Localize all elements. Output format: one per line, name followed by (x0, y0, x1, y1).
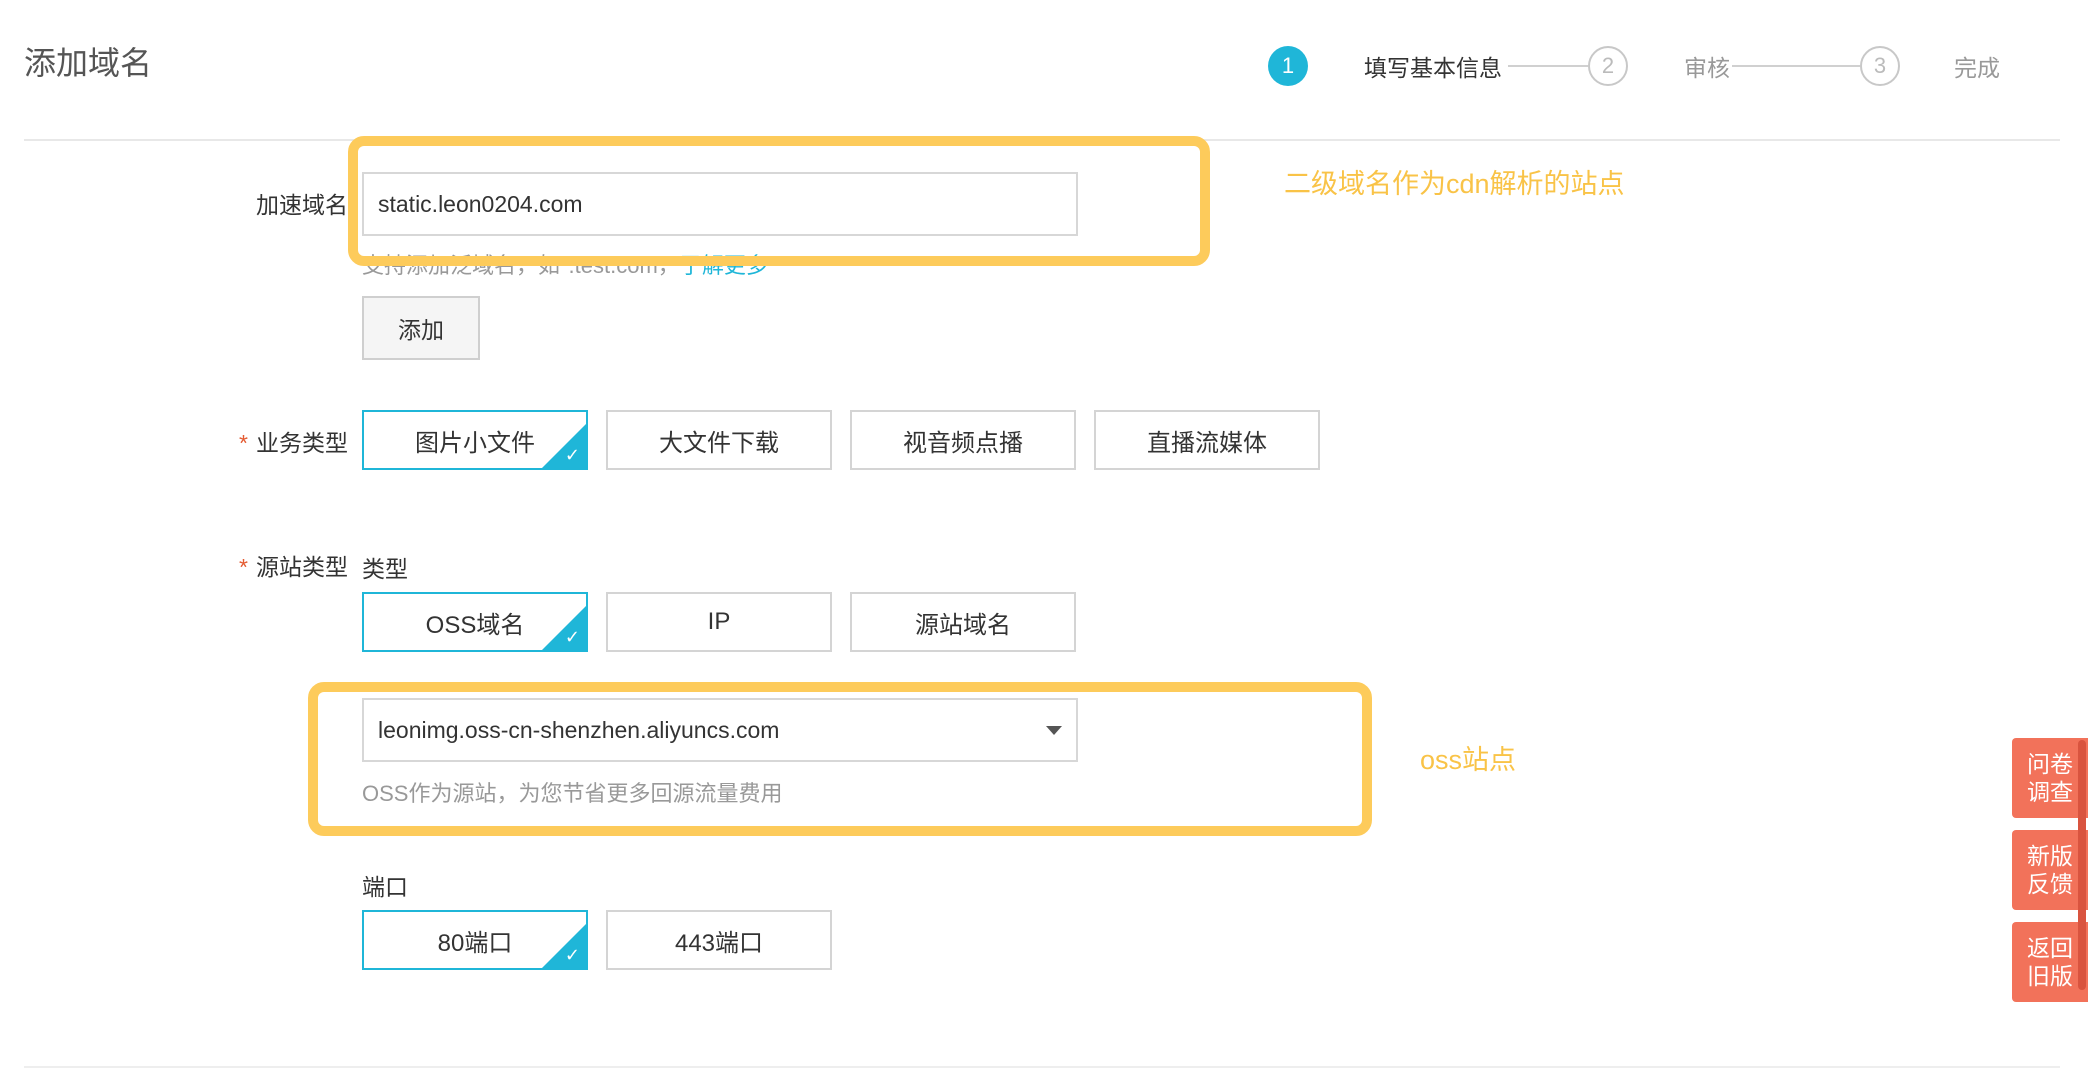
domain-hint: 支持添加泛域名，如*.test.com，了解更多 (362, 248, 768, 280)
check-icon: ✓ (564, 445, 580, 465)
option-label: 大文件下载 (659, 429, 779, 457)
side-panel-edge (2078, 740, 2086, 990)
option-label: 视音频点播 (903, 429, 1023, 457)
business-type-option-download[interactable]: 大文件下载 (606, 410, 832, 470)
feedback-button[interactable]: 新版反馈 (2012, 830, 2088, 910)
option-label: 443端口 (674, 929, 764, 957)
origin-option-domain[interactable]: 源站域名 (850, 592, 1076, 652)
port-option-443[interactable]: 443端口 (606, 910, 832, 970)
option-label: 80端口 (437, 929, 513, 957)
oss-domain-value: leonimg.oss-cn-shenzhen.aliyuncs.com (378, 716, 780, 743)
business-type-label: * 业务类型 (226, 424, 348, 458)
domain-input[interactable] (362, 172, 1078, 236)
required-star: * (239, 430, 248, 456)
step-3-circle: 3 (1860, 46, 1900, 86)
domain-annotation-note: 二级域名作为cdn解析的站点 (1284, 169, 1625, 199)
option-label: OSS域名 (425, 611, 525, 639)
step-2-circle: 2 (1588, 46, 1628, 86)
business-type-option-image[interactable]: 图片小文件 ✓ (362, 410, 588, 470)
survey-button[interactable]: 问卷调查 (2012, 738, 2088, 818)
origin-type-label-text: 源站类型 (256, 554, 348, 580)
origin-type-sublabel: 类型 (362, 556, 408, 582)
origin-type-label: * 源站类型 (226, 548, 348, 582)
chevron-down-icon (1046, 726, 1062, 735)
back-to-old-version-button[interactable]: 返回旧版 (2012, 922, 2088, 1002)
oss-annotation-note: oss站点 (1420, 745, 1517, 775)
step-2-label: 审核 (1684, 55, 1730, 81)
option-label: 直播流媒体 (1147, 429, 1267, 457)
check-icon: ✓ (564, 627, 580, 647)
step-connector (1732, 65, 1860, 67)
check-icon: ✓ (564, 945, 580, 965)
header-divider (24, 139, 2060, 141)
option-label: IP (707, 608, 731, 635)
origin-option-oss[interactable]: OSS域名 ✓ (362, 592, 588, 652)
page-title: 添加域名 (24, 45, 153, 81)
domain-hint-text: 支持添加泛域名，如*.test.com， (362, 253, 680, 278)
step-1-circle: 1 (1268, 46, 1308, 86)
business-type-option-live[interactable]: 直播流媒体 (1094, 410, 1320, 470)
business-type-label-text: 业务类型 (256, 430, 348, 456)
step-1-label: 填写基本信息 (1364, 55, 1502, 81)
port-label: 端口 (362, 874, 408, 900)
footer-divider (24, 1066, 2060, 1068)
option-label: 源站域名 (915, 611, 1011, 639)
origin-option-ip[interactable]: IP (606, 592, 832, 652)
port-option-80[interactable]: 80端口 ✓ (362, 910, 588, 970)
step-connector (1508, 65, 1588, 67)
add-domain-button[interactable]: 添加 (362, 296, 480, 360)
oss-domain-select[interactable]: leonimg.oss-cn-shenzhen.aliyuncs.com (362, 698, 1078, 762)
domain-label: 加速域名 (256, 192, 348, 218)
oss-hint: OSS作为源站，为您节省更多回源流量费用 (362, 781, 783, 806)
step-3-label: 完成 (1954, 55, 2000, 81)
add-domain-page: 添加域名 1 填写基本信息 2 审核 3 完成 加速域名 支持添加泛域名，如*.… (0, 0, 2088, 1072)
business-type-option-vod[interactable]: 视音频点播 (850, 410, 1076, 470)
learn-more-link[interactable]: 了解更多 (680, 253, 768, 278)
required-star: * (239, 554, 248, 580)
option-label: 图片小文件 (415, 429, 535, 457)
